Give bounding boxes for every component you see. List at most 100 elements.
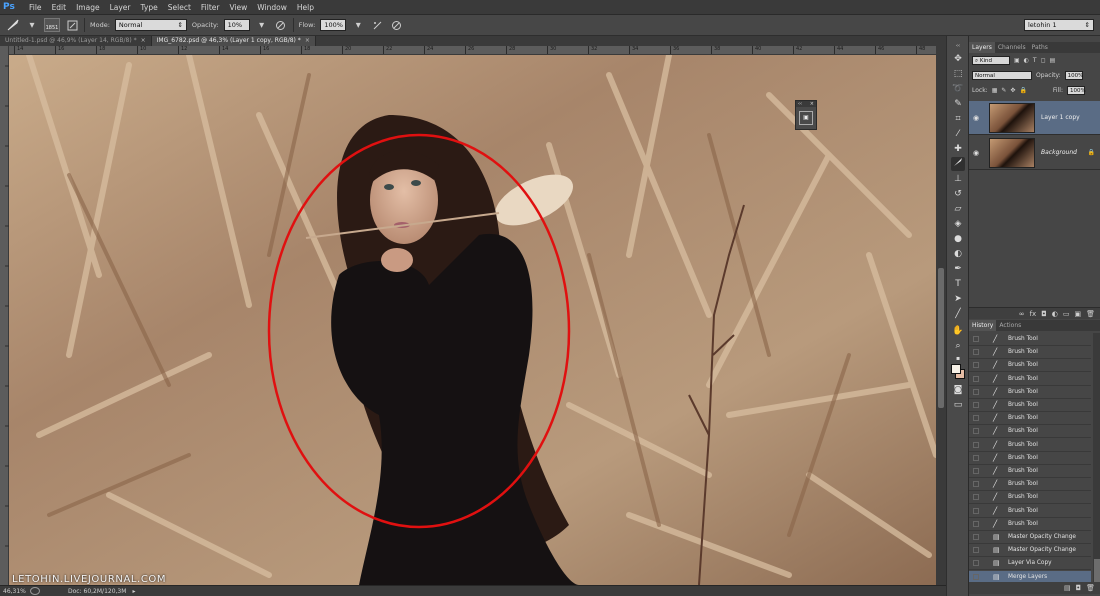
layer-fill-input[interactable]: 100%: [1066, 86, 1086, 95]
history-state[interactable]: ╱ Brush Tool: [969, 452, 1091, 465]
vertical-ruler[interactable]: [0, 46, 9, 585]
history-source-checkbox[interactable]: [973, 441, 979, 448]
history-state[interactable]: ▤ Master Opacity Change: [969, 531, 1091, 544]
foreground-color-swatch[interactable]: [951, 364, 961, 374]
layer-row[interactable]: ◉ Background 🔒: [969, 136, 1100, 170]
layer-style-icon[interactable]: fx: [1030, 310, 1037, 318]
move-tool-icon[interactable]: ✥: [951, 52, 965, 66]
floating-panel-bar[interactable]: ‹‹ ×: [796, 101, 816, 107]
history-scrollbar[interactable]: [1093, 333, 1100, 593]
menu-filter[interactable]: Filter: [196, 0, 225, 15]
tab-layers[interactable]: Layers: [969, 42, 995, 53]
history-source-checkbox[interactable]: [973, 362, 979, 369]
menu-select[interactable]: Select: [163, 0, 196, 15]
screen-mode-icon[interactable]: ▭: [951, 398, 965, 412]
brush-size-picker[interactable]: 1851: [44, 18, 60, 32]
history-state[interactable]: ▤ Layer Via Copy: [969, 557, 1091, 571]
history-source-checkbox[interactable]: [973, 494, 979, 501]
menu-layer[interactable]: Layer: [105, 0, 136, 15]
lock-move-icon[interactable]: ✥: [1010, 87, 1015, 94]
tab-channels[interactable]: Channels: [995, 42, 1029, 53]
chevron-down-icon[interactable]: ▾: [255, 18, 269, 32]
history-source-checkbox[interactable]: [973, 454, 979, 461]
menu-image[interactable]: Image: [71, 0, 105, 15]
menu-view[interactable]: View: [224, 0, 252, 15]
history-state[interactable]: ╱ Brush Tool: [969, 439, 1091, 452]
snapshot-icon[interactable]: ◘: [1076, 584, 1082, 592]
status-info-icon[interactable]: [30, 587, 40, 595]
layer-opacity-input[interactable]: 100%: [1064, 71, 1083, 80]
close-icon[interactable]: ×: [810, 101, 814, 107]
gradient-tool-icon[interactable]: ◈: [951, 217, 965, 231]
document-canvas[interactable]: [9, 55, 936, 585]
flow-input[interactable]: 100%: [320, 19, 347, 31]
tab-actions[interactable]: Actions: [996, 320, 1024, 331]
menu-file[interactable]: File: [24, 0, 47, 15]
collapse-icon[interactable]: ‹‹: [798, 101, 802, 107]
history-state[interactable]: ╱ Brush Tool: [969, 399, 1091, 412]
brush-preset-icon[interactable]: [6, 18, 20, 32]
history-source-checkbox[interactable]: [973, 349, 979, 356]
pressure-size-icon[interactable]: [389, 18, 403, 32]
history-source-checkbox[interactable]: [973, 481, 979, 488]
filter-type-icon[interactable]: T: [1033, 57, 1037, 64]
history-source-checkbox[interactable]: [973, 573, 979, 580]
floating-panel[interactable]: ‹‹ × ▣: [795, 100, 817, 130]
history-source-checkbox[interactable]: [973, 388, 979, 395]
zoom-tool-icon[interactable]: ⌕: [951, 339, 965, 353]
history-state[interactable]: ▤ Master Opacity Change: [969, 544, 1091, 558]
blend-mode-select[interactable]: Normal: [972, 71, 1032, 80]
dodge-tool-icon[interactable]: ◐: [951, 247, 965, 261]
clone-source-icon[interactable]: ▣: [799, 111, 813, 125]
history-source-checkbox[interactable]: [973, 507, 979, 514]
menu-edit[interactable]: Edit: [47, 0, 72, 15]
link-layers-icon[interactable]: ∞: [1019, 310, 1025, 318]
history-state[interactable]: ╱ Brush Tool: [969, 425, 1091, 439]
history-state[interactable]: ╱ Brush Tool: [969, 478, 1091, 492]
history-state[interactable]: ╱ Brush Tool: [969, 465, 1091, 478]
opacity-input[interactable]: 10%: [223, 19, 250, 31]
eye-icon[interactable]: ◉: [973, 149, 985, 157]
lock-all-icon[interactable]: 🔒: [1019, 87, 1026, 94]
chevron-down-icon[interactable]: ▾: [25, 18, 39, 32]
eraser-tool-icon[interactable]: ▱: [951, 202, 965, 216]
add-mask-icon[interactable]: ◘: [1041, 310, 1047, 318]
brush-tool-icon[interactable]: [951, 157, 965, 171]
close-icon[interactable]: ×: [141, 37, 146, 44]
eyedropper-tool-icon[interactable]: ⁄: [951, 127, 965, 141]
trash-icon[interactable]: 🗑: [1086, 310, 1095, 318]
hand-tool-icon[interactable]: ✋: [951, 324, 965, 338]
new-document-from-state-icon[interactable]: ▤: [1064, 584, 1071, 592]
filter-pixel-icon[interactable]: ▣: [1014, 57, 1020, 64]
blur-tool-icon[interactable]: ●: [951, 232, 965, 246]
history-source-checkbox[interactable]: [973, 336, 979, 342]
scroll-thumb[interactable]: [938, 268, 944, 408]
lock-paint-icon[interactable]: ✎: [1001, 87, 1006, 94]
mode-select[interactable]: Normal ⇕: [114, 19, 187, 31]
lasso-tool-icon[interactable]: ➰: [951, 82, 965, 96]
filter-adjust-icon[interactable]: ◐: [1024, 57, 1029, 64]
tab-paths[interactable]: Paths: [1029, 42, 1051, 53]
history-brush-tool-icon[interactable]: ↺: [951, 187, 965, 201]
status-arrow-icon[interactable]: ▸: [132, 588, 135, 595]
clone-stamp-tool-icon[interactable]: ⊥: [951, 172, 965, 186]
history-source-checkbox[interactable]: [973, 520, 979, 527]
collapse-icon[interactable]: ‹‹: [951, 39, 965, 53]
history-state[interactable]: ╱ Brush Tool: [969, 373, 1091, 386]
pen-tool-icon[interactable]: ✒: [951, 262, 965, 276]
history-state[interactable]: ╱ Brush Tool: [969, 491, 1091, 505]
history-source-checkbox[interactable]: [973, 534, 979, 540]
quick-select-tool-icon[interactable]: ✎: [951, 97, 965, 111]
line-tool-icon[interactable]: ╱: [951, 307, 965, 321]
healing-tool-icon[interactable]: ✚: [951, 142, 965, 156]
chevron-down-icon[interactable]: ▾: [351, 18, 365, 32]
new-layer-icon[interactable]: ▣: [1074, 310, 1081, 318]
history-source-checkbox[interactable]: [973, 402, 979, 408]
horizontal-ruler[interactable]: 14 16 18 10 12 14 16 18 20 22 24 26 28 30 32 34 36 38 40 42…: [9, 46, 936, 55]
quick-mask-icon[interactable]: ◙: [951, 383, 965, 397]
tab-history[interactable]: History: [969, 320, 997, 331]
brush-panel-toggle-icon[interactable]: [65, 18, 79, 32]
zoom-level[interactable]: 46,31%: [0, 588, 30, 595]
trash-icon[interactable]: 🗑: [1086, 584, 1095, 592]
workspace-select[interactable]: letohin 1 ⇕: [1024, 19, 1094, 31]
